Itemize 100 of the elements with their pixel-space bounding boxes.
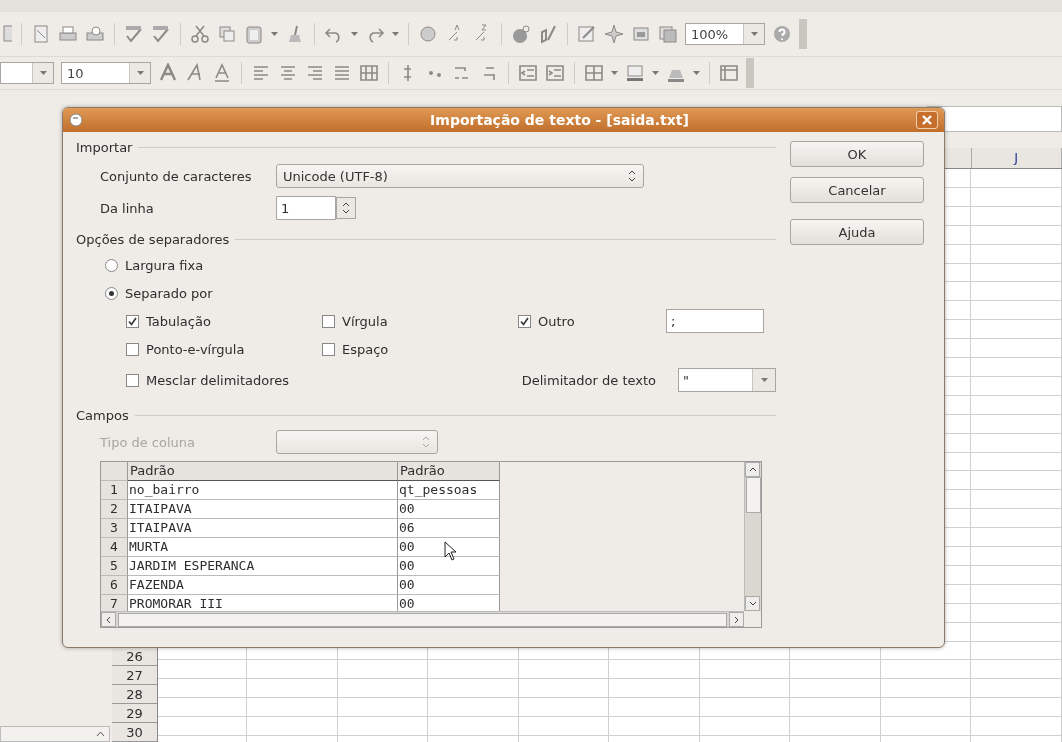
row-header[interactable]: 27 — [112, 666, 157, 686]
caret-icon[interactable] — [750, 32, 758, 36]
font-name-combo[interactable] — [0, 62, 54, 84]
row-number: 7 — [101, 595, 128, 611]
up-down-arrows-icon — [421, 435, 431, 449]
caret-icon[interactable] — [271, 32, 278, 36]
increase-indent-icon[interactable] — [545, 63, 565, 83]
copy-icon[interactable] — [217, 24, 237, 44]
help-icon[interactable] — [772, 24, 792, 44]
row-number: 6 — [101, 576, 128, 595]
up-down-arrows-icon — [627, 169, 637, 183]
checkbox-option[interactable]: Vírgula — [322, 307, 518, 335]
caret-icon[interactable] — [351, 32, 358, 36]
section-heading: Importar — [76, 139, 133, 155]
caret-icon[interactable] — [392, 32, 399, 36]
scissors-icon[interactable] — [190, 24, 210, 44]
charset-select[interactable]: Unicode (UTF-8) — [276, 164, 644, 188]
printer-icon[interactable] — [58, 24, 78, 44]
pdf-icon[interactable] — [31, 24, 51, 44]
underline-icon[interactable] — [212, 63, 232, 83]
borders-icon[interactable] — [584, 63, 604, 83]
font-size-combo[interactable]: 10 — [61, 62, 151, 84]
caret-icon[interactable] — [611, 71, 618, 75]
table-cell: 00 — [398, 595, 500, 611]
vertical-scrollbar[interactable] — [744, 462, 761, 611]
scroll-left-button[interactable] — [101, 612, 116, 627]
dialog-title: Importação de texto - [saida.txt] — [429, 112, 690, 128]
close-button[interactable] — [916, 111, 938, 129]
toolbar-handle[interactable] — [746, 58, 754, 88]
pen-icon[interactable] — [538, 24, 558, 44]
align-left-icon[interactable] — [251, 63, 271, 83]
zoom-combo[interactable]: 100% — [685, 23, 765, 45]
scroll-right-button[interactable] — [729, 612, 744, 627]
table-cell: ITAIPAVA — [128, 519, 398, 538]
windows-icon[interactable] — [658, 24, 678, 44]
spellcheck-icon[interactable] — [124, 24, 144, 44]
document-icon[interactable] — [0, 24, 12, 44]
row-number: 5 — [101, 557, 128, 576]
row-number: 2 — [101, 500, 128, 519]
print-preview-icon[interactable] — [85, 24, 105, 44]
spin-button[interactable] — [336, 197, 356, 219]
checkmark-icon — [128, 316, 137, 326]
radio-option[interactable]: Separado por — [76, 279, 776, 307]
caret-icon[interactable] — [136, 71, 144, 75]
caret-icon[interactable] — [760, 378, 768, 382]
field-label: Conjunto de caracteres — [100, 168, 253, 184]
mouse-pointer-icon — [444, 541, 458, 561]
checkbox-option[interactable]: Mesclar delimitadores — [126, 366, 290, 394]
toolbar-handle[interactable] — [799, 19, 807, 49]
checkmark-icon — [520, 316, 529, 326]
window-menu-icon[interactable] — [69, 113, 83, 127]
caret-icon[interactable] — [39, 71, 47, 75]
scroll-down-button[interactable] — [745, 596, 760, 611]
section-heading: Campos — [76, 407, 129, 423]
table-cell: 00 — [398, 576, 500, 595]
grid-icon[interactable] — [719, 63, 739, 83]
align-right-icon[interactable] — [305, 63, 325, 83]
row-number: 4 — [101, 538, 128, 557]
dialog-button[interactable]: Cancelar — [790, 177, 924, 203]
navigator-field[interactable] — [0, 726, 110, 742]
table-cell: 06 — [398, 519, 500, 538]
star-icon[interactable] — [604, 24, 624, 44]
row-header[interactable]: 28 — [112, 685, 157, 705]
background-color-icon[interactable] — [625, 63, 645, 83]
checkbox-option[interactable]: Tabulação — [126, 307, 322, 335]
justify-icon[interactable] — [332, 63, 352, 83]
spellcheck-icon[interactable] — [151, 24, 171, 44]
checkbox-option[interactable]: Ponto-e-vírgula — [126, 335, 322, 363]
text-delimiter-combo[interactable]: " — [678, 368, 776, 392]
clipboard-icon[interactable] — [244, 24, 264, 44]
scrollbar-thumb[interactable] — [746, 477, 761, 513]
field-label: Delimitador de texto — [521, 372, 656, 388]
row-header[interactable]: 29 — [112, 704, 157, 724]
table-cell: no_bairro — [128, 481, 398, 500]
section-heading: Opções de separadores — [76, 231, 230, 247]
decrease-indent-icon[interactable] — [518, 63, 538, 83]
table-cell: 00 — [398, 557, 500, 576]
window-icon[interactable] — [631, 24, 651, 44]
scroll-up-button[interactable] — [745, 462, 760, 477]
row-header[interactable]: 30 — [112, 723, 157, 742]
table-cell: FAZENDA — [128, 576, 398, 595]
other-separator-field[interactable]: ; — [666, 309, 764, 333]
column-header[interactable]: J — [971, 147, 1062, 168]
dialog-button[interactable]: OK — [790, 141, 924, 167]
caret-icon[interactable] — [652, 71, 659, 75]
caret-icon[interactable] — [693, 71, 700, 75]
field-label: Tipo de coluna — [100, 434, 197, 450]
radio-option[interactable]: Largura fixa — [76, 251, 776, 279]
edit-icon[interactable] — [577, 24, 597, 44]
start-row-field[interactable]: 1 — [276, 196, 336, 220]
horizontal-scrollbar[interactable] — [101, 611, 744, 627]
bold-icon[interactable] — [158, 63, 178, 83]
column-header[interactable]: Padrão — [398, 462, 500, 481]
merge-cells-icon[interactable] — [359, 63, 379, 83]
table-cell: qt_pessoas — [398, 481, 500, 500]
checkbox-option[interactable]: Espaço — [322, 335, 518, 363]
column-header[interactable]: Padrão — [128, 462, 398, 481]
align-center-icon[interactable] — [278, 63, 298, 83]
checkbox-option[interactable]: Outro — [518, 307, 666, 335]
dialog-button[interactable]: Ajuda — [790, 219, 924, 245]
